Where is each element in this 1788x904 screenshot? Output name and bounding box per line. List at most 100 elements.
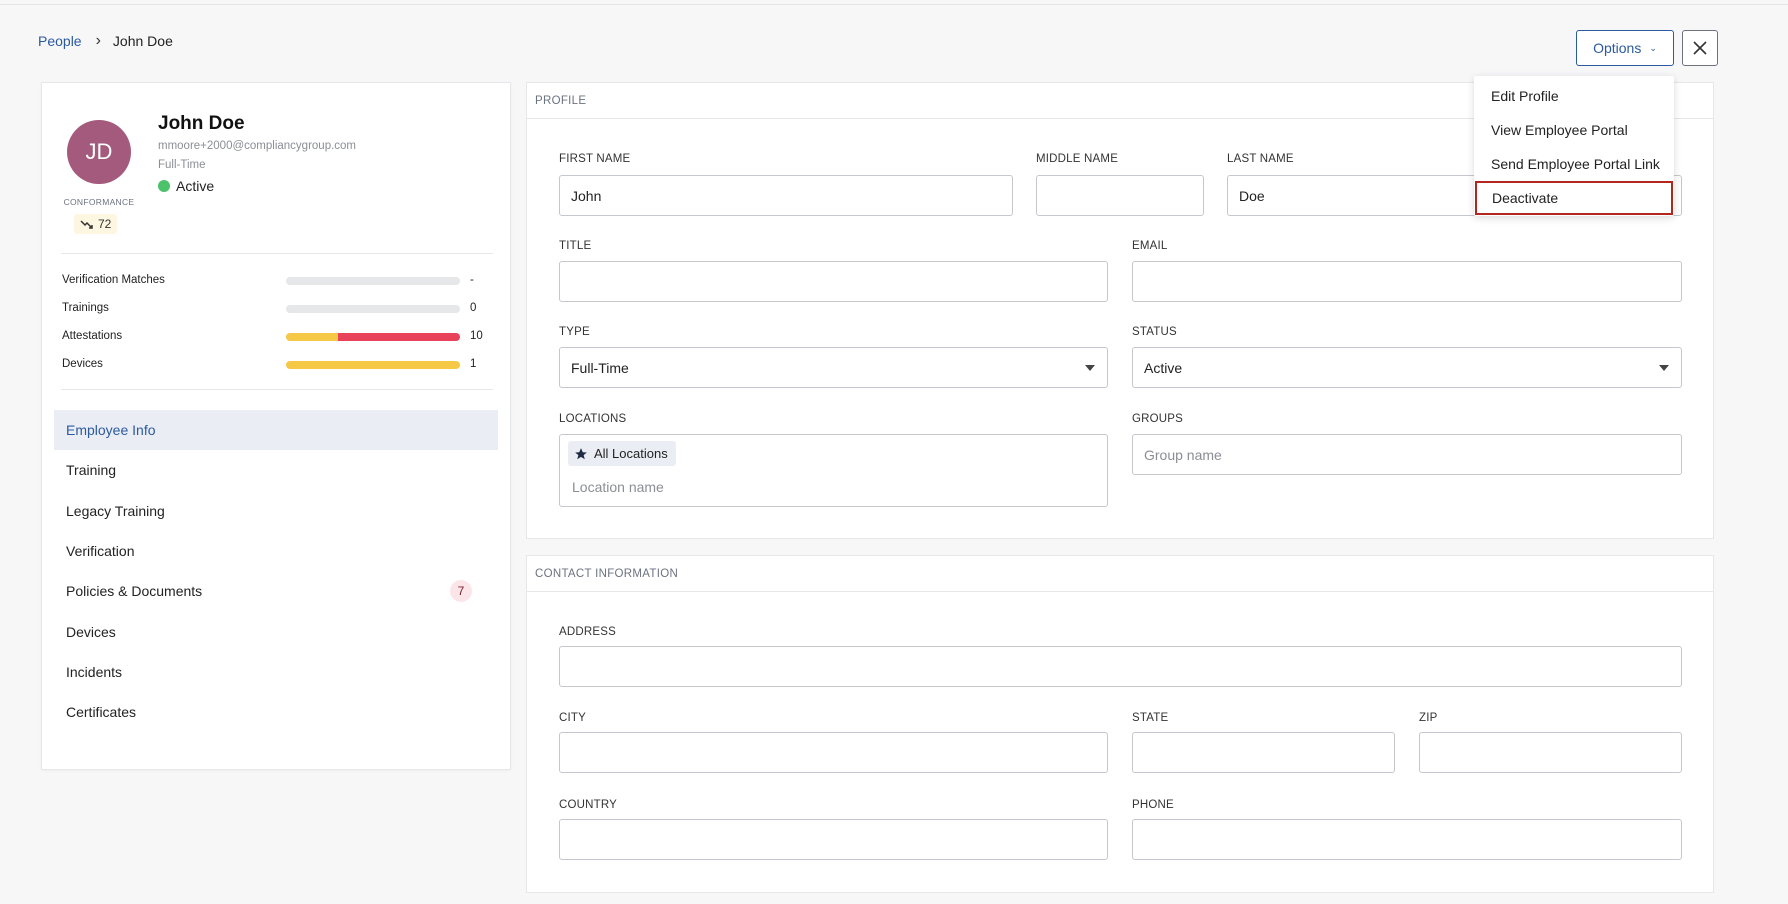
- stat-progress-bar: [286, 305, 460, 313]
- employee-status: Active: [158, 178, 214, 194]
- type-select-value: Full-Time: [571, 359, 629, 376]
- first-name-label: FIRST NAME: [559, 153, 631, 165]
- title-field[interactable]: [559, 261, 1108, 302]
- contact-section: CONTACT INFORMATION ADDRESS CITY STATE Z…: [526, 555, 1714, 893]
- stat-label: Trainings: [62, 302, 109, 314]
- divider: [61, 253, 493, 254]
- location-tag[interactable]: All Locations: [568, 441, 676, 466]
- stat-progress-bar: [286, 333, 460, 341]
- options-button-label: Options: [1593, 40, 1642, 56]
- trend-down-icon: [80, 220, 93, 229]
- top-divider: [0, 4, 1788, 5]
- stat-label: Verification Matches: [62, 274, 165, 286]
- country-label: COUNTRY: [559, 799, 618, 811]
- location-tag-label: All Locations: [594, 446, 668, 461]
- employee-summary-card: JD CONFORMANCE 72 John Doe mmoore+2000@c…: [41, 82, 511, 770]
- sidebar-item-label: Devices: [66, 623, 116, 640]
- employee-name: John Doe: [158, 113, 245, 134]
- sidebar-item-devices[interactable]: Devices: [54, 612, 498, 652]
- status-select[interactable]: Active: [1132, 347, 1682, 388]
- first-name-field[interactable]: John: [559, 175, 1013, 216]
- stat-value: 1: [470, 358, 477, 370]
- options-button[interactable]: Options ⌄: [1576, 30, 1674, 66]
- star-icon: [575, 447, 587, 459]
- status-label: STATUS: [1132, 326, 1177, 338]
- conformance-badge: 72: [74, 214, 118, 234]
- sidebar-item-certificates[interactable]: Certificates: [54, 692, 498, 732]
- city-label: CITY: [559, 712, 586, 724]
- middle-name-field[interactable]: [1036, 175, 1204, 216]
- sidebar-item-label: Policies & Documents: [66, 583, 203, 600]
- stat-progress-segment: [286, 361, 460, 369]
- email-label: EMAIL: [1132, 240, 1168, 252]
- stat-progress-bar: [286, 277, 460, 285]
- sidebar-item-legacy-training[interactable]: Legacy Training: [54, 491, 498, 531]
- stat-row: Verification Matches -: [62, 273, 492, 289]
- employee-status-text: Active: [176, 178, 215, 194]
- phone-label: PHONE: [1132, 799, 1174, 811]
- stat-row: Devices 1: [62, 357, 492, 373]
- caret-down-icon: [1659, 365, 1669, 371]
- stat-row: Trainings 0: [62, 301, 492, 317]
- count-badge: 7: [450, 580, 472, 603]
- sidebar-item-label: Certificates: [66, 704, 137, 721]
- breadcrumb: People › John Doe: [38, 32, 173, 50]
- stat-value: -: [470, 274, 474, 286]
- chevron-right-icon: ›: [95, 32, 101, 49]
- close-button[interactable]: [1682, 30, 1718, 66]
- conformance-score: 72: [98, 217, 112, 231]
- sidebar-item-policies-documents[interactable]: Policies & Documents 7: [54, 571, 498, 611]
- zip-label: ZIP: [1419, 712, 1438, 724]
- sidebar-item-employee-info[interactable]: Employee Info: [54, 410, 498, 450]
- country-field[interactable]: [559, 819, 1108, 860]
- zip-field[interactable]: [1419, 732, 1682, 773]
- menu-item-deactivate[interactable]: Deactivate: [1475, 181, 1673, 215]
- phone-field[interactable]: [1132, 819, 1682, 860]
- breadcrumb-people-link[interactable]: People: [38, 33, 82, 49]
- email-field[interactable]: [1132, 261, 1682, 302]
- menu-item-send-employee-portal-link[interactable]: Send Employee Portal Link: [1474, 147, 1674, 181]
- sidebar-item-incidents[interactable]: Incidents: [54, 652, 498, 692]
- options-menu: Edit Profile View Employee Portal Send Emp…: [1474, 76, 1674, 216]
- status-select-value: Active: [1144, 359, 1183, 376]
- employee-email: mmoore+2000@compliancygroup.com: [158, 140, 357, 152]
- menu-item-view-employee-portal[interactable]: View Employee Portal: [1474, 113, 1674, 147]
- locations-label: LOCATIONS: [559, 413, 627, 425]
- stat-label: Attestations: [62, 330, 123, 342]
- groups-label: GROUPS: [1132, 413, 1184, 425]
- address-field[interactable]: [559, 646, 1682, 687]
- sidebar-item-label: Legacy Training: [66, 502, 165, 519]
- stat-progress-segment: [286, 333, 339, 341]
- location-search-input[interactable]: Location name: [572, 479, 664, 495]
- sidebar-item-label: Training: [66, 462, 117, 479]
- employee-type: Full-Time: [158, 159, 206, 171]
- stat-progress-bar: [286, 361, 460, 369]
- sidebar-item-training[interactable]: Training: [54, 450, 498, 490]
- avatar: JD: [67, 120, 131, 184]
- chevron-down-icon: ⌄: [1649, 42, 1657, 53]
- caret-down-icon: [1085, 365, 1095, 371]
- type-select[interactable]: Full-Time: [559, 347, 1108, 388]
- address-label: ADDRESS: [559, 626, 616, 638]
- stat-row: Attestations 10: [62, 329, 492, 345]
- close-icon: [1693, 41, 1707, 55]
- middle-name-label: MIDDLE NAME: [1036, 153, 1119, 165]
- stat-progress-segment: [338, 333, 460, 341]
- state-field[interactable]: [1132, 732, 1395, 773]
- city-field[interactable]: [559, 732, 1108, 773]
- state-label: STATE: [1132, 712, 1169, 724]
- divider: [61, 389, 493, 390]
- menu-item-edit-profile[interactable]: Edit Profile: [1474, 79, 1674, 113]
- title-label: TITLE: [559, 240, 592, 252]
- sidebar-item-label: Verification: [66, 542, 135, 559]
- groups-input[interactable]: Group name: [1132, 434, 1682, 475]
- sidebar-item-label: Employee Info: [66, 422, 156, 438]
- sidebar-item-verification[interactable]: Verification: [54, 531, 498, 571]
- type-label: TYPE: [559, 326, 590, 338]
- locations-field[interactable]: All Locations Location name: [559, 434, 1108, 507]
- stat-value: 0: [470, 302, 477, 314]
- last-name-label: LAST NAME: [1227, 153, 1294, 165]
- breadcrumb-current: John Doe: [112, 33, 173, 49]
- stat-label: Devices: [62, 358, 103, 370]
- conformance-label: CONFORMANCE: [63, 197, 135, 207]
